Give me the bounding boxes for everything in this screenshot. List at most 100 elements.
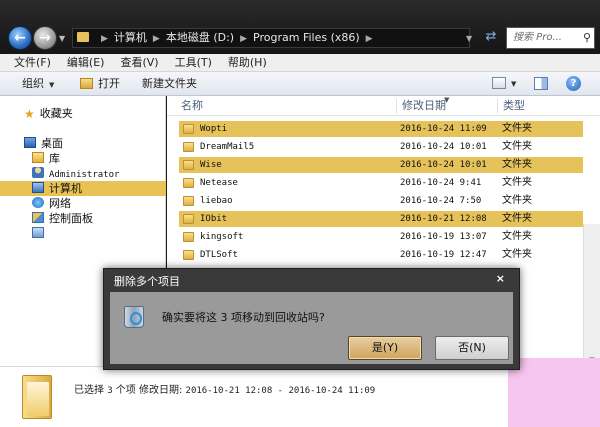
selected-count: 3 — [107, 386, 113, 396]
breadcrumb-computer[interactable]: 计算机 — [114, 31, 147, 44]
nav-label: 收藏夹 — [39, 107, 73, 120]
chevron-right-icon[interactable]: ▶ — [101, 34, 108, 44]
preview-pane-icon[interactable] — [534, 77, 548, 90]
nav-label: 网络 — [49, 197, 71, 210]
file-date: 2016-10-24 9:41 — [400, 178, 482, 188]
file-row[interactable]: liebao 2016-10-24 7:50 文件夹 — [179, 193, 583, 209]
column-divider[interactable] — [497, 99, 498, 114]
file-row[interactable]: Netease 2016-10-24 9:41 文件夹 — [179, 175, 583, 191]
folder-icon — [183, 124, 194, 134]
nav-label: Administrator — [49, 170, 120, 180]
menu-tools[interactable]: 工具(T) — [167, 54, 220, 71]
file-name: Wopti — [200, 124, 228, 134]
file-type: 文件夹 — [502, 141, 532, 152]
arrow-left-icon: ← — [14, 30, 26, 46]
nav-item-user[interactable]: Administrator — [0, 166, 166, 181]
open-button[interactable]: 打开 — [80, 72, 120, 96]
nav-label: 计算机 — [49, 182, 82, 195]
recent-pages-dropdown[interactable]: ▼ — [59, 34, 65, 43]
nav-item-control-panel[interactable]: 控制面板 — [0, 211, 166, 226]
command-bar: 组织 ▼ 打开 新建文件夹 ▼ ? — [0, 72, 600, 96]
nav-item-computer[interactable]: 计算机 — [0, 181, 166, 196]
nav-item-favorites[interactable]: ★ 收藏夹 — [0, 106, 166, 121]
menu-edit[interactable]: 编辑(E) — [59, 54, 113, 71]
file-name: kingsoft — [200, 232, 244, 242]
new-folder-button[interactable]: 新建文件夹 — [142, 72, 197, 96]
column-header: 名称 ▼ 修改日期 类型 — [167, 96, 600, 116]
nav-item-recycle[interactable] — [0, 226, 166, 241]
column-name[interactable]: 名称 — [181, 96, 203, 116]
control-panel-icon — [32, 212, 44, 223]
menu-file[interactable]: 文件(F) — [0, 54, 59, 71]
dialog-body: 确实要将这 3 项移动到回收站吗? 是(Y) 否(N) — [110, 292, 513, 364]
search-icon[interactable]: ⚲ — [583, 28, 591, 48]
chevron-right-icon[interactable]: ▶ — [366, 34, 373, 44]
view-dropdown-icon[interactable]: ▼ — [511, 72, 516, 96]
view-options-icon[interactable] — [492, 77, 506, 89]
file-type: 文件夹 — [502, 249, 532, 260]
file-row[interactable]: IObit 2016-10-21 12:08 文件夹 — [179, 211, 583, 227]
folder-icon — [183, 178, 194, 188]
column-divider[interactable] — [396, 99, 397, 114]
close-icon[interactable]: × — [496, 272, 505, 285]
library-icon — [32, 152, 44, 163]
file-row[interactable]: kingsoft 2016-10-19 13:07 文件夹 — [179, 229, 583, 245]
file-name: Netease — [200, 178, 238, 188]
column-date[interactable]: 修改日期 — [402, 96, 446, 116]
organize-label: 组织 — [22, 77, 44, 90]
back-button[interactable]: ← — [8, 26, 32, 50]
file-type: 文件夹 — [502, 231, 532, 242]
file-date: 2016-10-24 7:50 — [400, 196, 482, 206]
nav-label: 库 — [49, 152, 60, 165]
refresh-icon[interactable]: ⇄ — [482, 28, 500, 46]
help-icon[interactable]: ? — [566, 76, 581, 91]
file-row[interactable]: DTLSoft 2016-10-19 12:47 文件夹 — [179, 247, 583, 263]
dialog-message: 确实要将这 3 项移动到回收站吗? — [162, 311, 325, 324]
folder-stack-icon — [22, 375, 52, 419]
network-icon — [32, 197, 44, 208]
file-row[interactable]: Wise 2016-10-24 10:01 文件夹 — [179, 157, 583, 173]
file-type: 文件夹 — [502, 213, 532, 224]
file-date: 2016-10-24 11:09 — [400, 124, 487, 134]
selected-unit: 个项 — [115, 385, 136, 396]
file-name: liebao — [200, 196, 233, 206]
file-row[interactable]: Wopti 2016-10-24 11:09 文件夹 — [179, 121, 583, 137]
recycle-bin-icon — [32, 227, 44, 238]
selection-summary: 已选择 3 个项 修改日期: 2016-10-21 12:08 - 2016-1… — [74, 381, 375, 396]
file-date: 2016-10-19 12:47 — [400, 250, 487, 260]
menu-view[interactable]: 查看(V) — [112, 54, 166, 71]
search-placeholder: 搜索 Pro... — [513, 32, 562, 43]
file-name: DTLSoft — [200, 250, 238, 260]
menu-help[interactable]: 帮助(H) — [220, 54, 275, 71]
no-button[interactable]: 否(N) — [435, 336, 509, 360]
yes-button[interactable]: 是(Y) — [348, 336, 422, 360]
breadcrumb-program-files[interactable]: Program Files (x86) — [253, 31, 360, 44]
menu-bar: 文件(F) 编辑(E) 查看(V) 工具(T) 帮助(H) — [0, 54, 600, 72]
folder-icon — [183, 160, 194, 170]
file-date: 2016-10-24 10:01 — [400, 142, 487, 152]
nav-item-library[interactable]: 库 — [0, 151, 166, 166]
file-type: 文件夹 — [502, 177, 532, 188]
chevron-down-icon: ▼ — [49, 81, 55, 89]
file-name: IObit — [200, 214, 228, 224]
organize-button[interactable]: 组织 ▼ — [22, 72, 54, 97]
file-name: Wise — [200, 160, 222, 170]
folder-icon — [183, 196, 194, 206]
chevron-right-icon[interactable]: ▶ — [240, 34, 247, 44]
column-type[interactable]: 类型 — [503, 96, 525, 116]
file-type: 文件夹 — [502, 159, 532, 170]
nav-item-network[interactable]: 网络 — [0, 196, 166, 211]
arrow-right-icon: → — [39, 30, 51, 46]
breadcrumb[interactable]: ▶ 计算机 ▶ 本地磁盘 (D:) ▶ Program Files (x86) ▶ — [72, 28, 470, 48]
address-history-dropdown[interactable]: ▼ — [466, 34, 472, 43]
recycle-bin-icon — [124, 306, 144, 328]
forward-button[interactable]: → — [33, 26, 57, 50]
chevron-right-icon[interactable]: ▶ — [153, 34, 160, 44]
vertical-scrollbar[interactable]: ▼ — [583, 224, 600, 366]
open-label: 打开 — [98, 77, 120, 90]
breadcrumb-drive-d[interactable]: 本地磁盘 (D:) — [166, 31, 234, 44]
delete-confirm-dialog: 删除多个项目 × 确实要将这 3 项移动到回收站吗? 是(Y) 否(N) — [103, 268, 520, 370]
nav-item-desktop[interactable]: 桌面 — [0, 136, 166, 151]
search-input[interactable]: 搜索 Pro... ⚲ — [506, 27, 595, 49]
file-row[interactable]: DreamMail5 2016-10-24 10:01 文件夹 — [179, 139, 583, 155]
